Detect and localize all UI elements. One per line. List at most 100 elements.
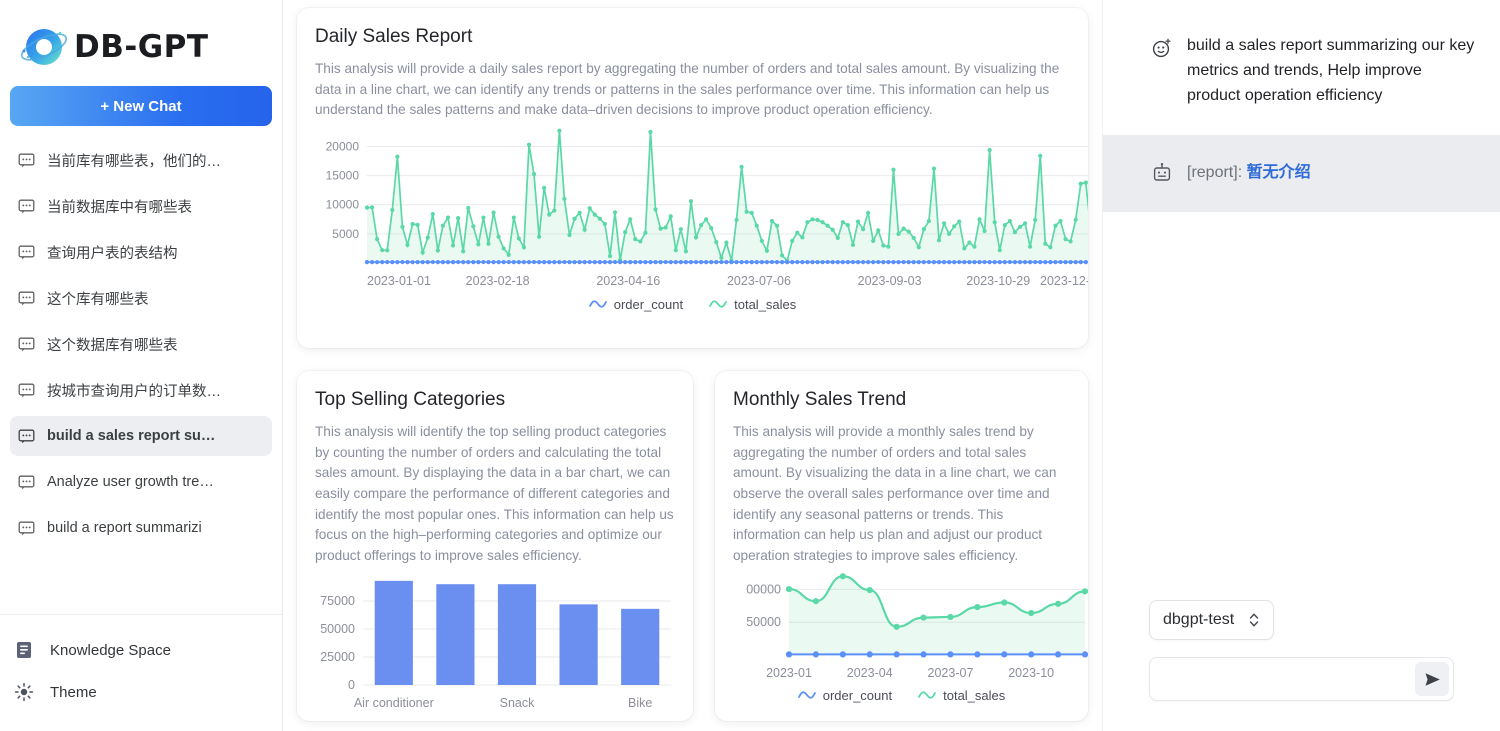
- chat-composer: dbgpt-test: [1103, 600, 1500, 731]
- svg-text:75000: 75000: [320, 594, 355, 608]
- svg-text:Air conditioner: Air conditioner: [354, 696, 434, 710]
- chat-scroll-area: [1103, 212, 1500, 600]
- sun-icon: [14, 682, 34, 702]
- chat-history-item[interactable]: Analyze user growth tre…: [10, 462, 272, 502]
- monthly-chart-legend: order_count total_sales: [733, 688, 1070, 703]
- top-selling-categories-chart[interactable]: 0 25000 50000 75000 Air conditioner Snack Bike: [315, 567, 675, 717]
- database-select[interactable]: dbgpt-test: [1149, 600, 1275, 640]
- chat-bubble-icon: [18, 474, 35, 491]
- categories-description: This analysis will identify the top sell…: [315, 424, 674, 563]
- book-icon: [14, 640, 34, 660]
- legend-label: total_sales: [734, 296, 797, 312]
- daily-sales-description: This analysis will provide a daily sales…: [315, 61, 1060, 118]
- sidebar-item-label: Knowledge Space: [50, 641, 171, 659]
- svg-text:2023-10-29: 2023-10-29: [966, 274, 1030, 288]
- chat-history-item[interactable]: build a report summarizi: [10, 508, 272, 548]
- sidebar: DB-GPT + New Chat 当前库有哪些表，他们的… 当前数据库中有哪些…: [0, 0, 283, 731]
- svg-text:0: 0: [348, 678, 355, 692]
- svg-text:Bike: Bike: [628, 696, 652, 710]
- svg-text:2023-01-01: 2023-01-01: [367, 274, 431, 288]
- sidebar-item-knowledge-space[interactable]: Knowledge Space: [0, 629, 282, 671]
- legend-item-order-count[interactable]: order_count: [797, 687, 893, 703]
- chat-history-item-active[interactable]: build a sales report su…: [10, 416, 272, 456]
- daily-sales-chart[interactable]: 5000 10000 15000 20000 2023-01-01 2023-02-18 2…: [315, 121, 1088, 312]
- svg-text:2023-04: 2023-04: [847, 666, 893, 680]
- chat-history-item-label: 查询用户表的表结构: [47, 245, 178, 262]
- chat-history-item-label: build a report summarizi: [47, 520, 202, 536]
- svg-text:5000: 5000: [332, 227, 359, 241]
- chat-bubble-icon: [18, 336, 35, 353]
- monthly-sales-trend-card: Monthly Sales Trend This analysis will p…: [715, 371, 1088, 721]
- legend-item-total-sales[interactable]: total_sales: [709, 297, 796, 312]
- card-title: Top Selling Categories: [315, 389, 506, 410]
- brand-name: DB-GPT: [74, 29, 209, 65]
- card-title: Monthly Sales Trend: [733, 389, 907, 410]
- chat-history-list[interactable]: 当前库有哪些表，他们的… 当前数据库中有哪些表 查询用户表的表结构 这个库有哪些…: [0, 140, 282, 614]
- sidebar-item-theme[interactable]: Theme: [0, 671, 282, 713]
- bot-message-prefix: [report]:: [1187, 163, 1247, 181]
- chat-bubble-icon: [18, 244, 35, 261]
- brand-logo[interactable]: DB-GPT: [0, 0, 282, 72]
- chat-bubble-icon: [18, 382, 35, 399]
- svg-text:2023-04-16: 2023-04-16: [596, 274, 660, 288]
- svg-text:2023-12-3: 2023-12-3: [1040, 274, 1088, 288]
- chat-bubble-icon: [18, 198, 35, 215]
- main-content: Daily Sales Report This analysis will pr…: [283, 0, 1102, 731]
- chat-panel: build a sales report summarizing our key…: [1102, 0, 1500, 731]
- bot-message-link[interactable]: 暂无介绍: [1247, 164, 1311, 181]
- svg-text:50000: 50000: [320, 622, 355, 636]
- chat-history-item-label: 这个库有哪些表: [47, 291, 149, 308]
- chat-history-item[interactable]: 查询用户表的表结构: [10, 232, 272, 272]
- app-root: DB-GPT + New Chat 当前库有哪些表，他们的… 当前数据库中有哪些…: [0, 0, 1500, 731]
- chat-history-item[interactable]: 这个数据库有哪些表: [10, 324, 272, 364]
- svg-text:50000: 50000: [746, 615, 781, 629]
- bot-message-text: [report]: 暂无介绍: [1187, 161, 1311, 186]
- chat-bubble-icon: [18, 290, 35, 307]
- sidebar-item-label: Theme: [50, 683, 97, 701]
- chat-history-item-label: 按城市查询用户的订单数…: [47, 383, 221, 400]
- user-message-text: build a sales report summarizing our key…: [1187, 37, 1475, 104]
- bot-message: [report]: 暂无介绍: [1103, 134, 1500, 212]
- svg-text:2023-01: 2023-01: [766, 666, 812, 680]
- chat-bubble-icon: [18, 152, 35, 169]
- chat-history-item[interactable]: 当前库有哪些表，他们的…: [10, 140, 272, 180]
- legend-label: total_sales: [943, 687, 1006, 703]
- svg-text:2023-10: 2023-10: [1008, 666, 1054, 680]
- chat-input-row[interactable]: [1149, 657, 1454, 701]
- legend-item-total-sales[interactable]: total_sales: [918, 688, 1005, 703]
- top-selling-categories-card: Top Selling Categories This analysis wil…: [297, 371, 693, 721]
- svg-text:2023-09-03: 2023-09-03: [858, 274, 922, 288]
- chat-bubble-icon: [18, 520, 35, 537]
- chat-input[interactable]: [1162, 670, 1415, 688]
- chat-history-item[interactable]: 当前数据库中有哪些表: [10, 186, 272, 226]
- chat-history-item-label: Analyze user growth tre…: [47, 474, 214, 490]
- svg-text:25000: 25000: [320, 650, 355, 664]
- user-message: build a sales report summarizing our key…: [1103, 8, 1500, 135]
- monthly-sales-chart[interactable]: 50000 00000 2023-01 2023-04 2023-07 2023-10 o…: [733, 567, 1088, 703]
- legend-item-order-count[interactable]: order_count: [588, 297, 683, 312]
- db-gpt-logo-icon: [18, 21, 70, 73]
- svg-text:10000: 10000: [326, 198, 360, 212]
- chat-history-item[interactable]: 按城市查询用户的订单数…: [10, 370, 272, 410]
- bottom-cards-row: Top Selling Categories This analysis wil…: [297, 371, 1088, 721]
- chat-bubble-icon: [18, 428, 35, 445]
- chat-history-item-label: 当前数据库中有哪些表: [47, 199, 192, 216]
- svg-text:20000: 20000: [326, 139, 360, 153]
- send-button[interactable]: [1415, 662, 1449, 696]
- robot-icon: [1151, 162, 1173, 184]
- chat-history-item-label: 当前库有哪些表，他们的…: [47, 153, 221, 170]
- database-select-value: dbgpt-test: [1163, 611, 1235, 628]
- new-chat-button[interactable]: + New Chat: [10, 86, 272, 126]
- daily-sales-report-card: Daily Sales Report This analysis will pr…: [297, 8, 1088, 348]
- sidebar-footer: Knowledge Space Theme: [0, 614, 282, 731]
- chat-history-item[interactable]: 这个库有哪些表: [10, 278, 272, 318]
- svg-text:00000: 00000: [746, 582, 781, 596]
- svg-text:Snack: Snack: [500, 696, 535, 710]
- page-title: Daily Sales Report: [315, 26, 473, 47]
- svg-text:2023-02-18: 2023-02-18: [466, 274, 530, 288]
- svg-text:2023-07: 2023-07: [928, 666, 974, 680]
- list-fade-overlay: [0, 588, 282, 614]
- daily-chart-legend: order_count total_sales: [315, 297, 1070, 312]
- legend-label: order_count: [822, 687, 893, 703]
- svg-text:15000: 15000: [326, 169, 360, 183]
